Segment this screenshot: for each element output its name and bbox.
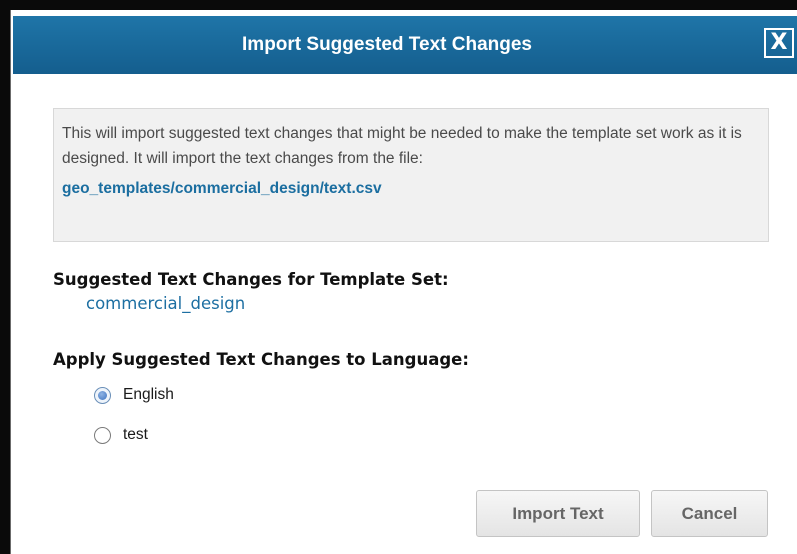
info-box: This will import suggested text changes … bbox=[53, 108, 769, 242]
cancel-button[interactable]: Cancel bbox=[651, 490, 768, 537]
backdrop-edge-top bbox=[0, 0, 797, 10]
language-option-english[interactable]: English bbox=[94, 383, 174, 407]
template-set-heading: Suggested Text Changes for Template Set: bbox=[53, 270, 449, 289]
import-text-button[interactable]: Import Text bbox=[476, 490, 640, 537]
backdrop-edge-left bbox=[0, 0, 10, 554]
language-option-label: English bbox=[123, 386, 174, 403]
language-option-test[interactable]: test bbox=[94, 423, 148, 447]
close-button[interactable]: X bbox=[764, 28, 794, 58]
language-option-label: test bbox=[123, 426, 148, 443]
language-heading: Apply Suggested Text Changes to Language… bbox=[53, 350, 469, 369]
template-set-name: commercial_design bbox=[86, 294, 246, 313]
dialog-titlebar[interactable]: Import Suggested Text Changes X bbox=[13, 16, 797, 74]
screen: Import Suggested Text Changes X This wil… bbox=[0, 0, 797, 554]
radio-button-test[interactable] bbox=[94, 426, 111, 444]
info-file-path: geo_templates/commercial_design/text.csv bbox=[62, 180, 382, 197]
info-description: This will import suggested text changes … bbox=[62, 125, 742, 167]
dialog-title: Import Suggested Text Changes bbox=[242, 34, 532, 55]
radio-button-english[interactable] bbox=[94, 386, 111, 404]
